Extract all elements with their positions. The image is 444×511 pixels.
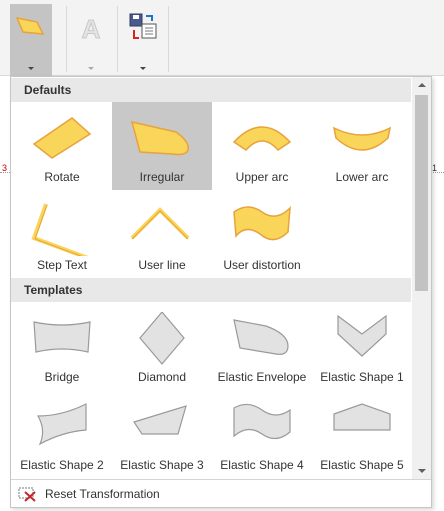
- reset-transformation-menu-item[interactable]: Reset Transformation: [11, 479, 431, 507]
- gallery-item-label: Bridge: [44, 370, 80, 384]
- lower-arc-shape-icon: [332, 126, 392, 151]
- chevron-down-icon: [140, 67, 146, 70]
- gallery-item-label: Step Text: [37, 258, 87, 272]
- gallery-item-irregular[interactable]: Irregular: [112, 102, 212, 190]
- gallery-item-label: Elastic Shape 1: [320, 370, 404, 384]
- elastic-shape-3-icon: [133, 405, 187, 435]
- gallery-item-user-line[interactable]: User line: [112, 190, 212, 278]
- gallery-item-label: Elastic Envelope: [217, 370, 307, 384]
- upper-arc-shape-icon: [232, 126, 292, 151]
- reset-transformation-label: Reset Transformation: [45, 487, 160, 501]
- diamond-shape-icon: [139, 312, 185, 365]
- scroll-down-button[interactable]: [412, 463, 431, 479]
- gallery-item-label: Lower arc: [335, 170, 389, 184]
- gallery-item-label: Upper arc: [235, 170, 289, 184]
- scroll-up-button[interactable]: [412, 77, 431, 93]
- gallery-item-user-distortion[interactable]: User distortion: [212, 190, 312, 278]
- gallery-item-elastic-shape-2[interactable]: Elastic Shape 2: [12, 390, 112, 478]
- elastic-shape-5-icon: [333, 403, 391, 431]
- section-header-templates: Templates: [11, 278, 411, 302]
- gallery-item-elastic-shape-1[interactable]: Elastic Shape 1: [312, 302, 411, 390]
- user-distortion-shape-icon: [233, 206, 291, 241]
- gallery-item-elastic-shape-5[interactable]: Elastic Shape 5: [312, 390, 411, 478]
- gallery-item-label: Rotate: [44, 170, 80, 184]
- gallery-item-rotate[interactable]: Rotate: [12, 102, 112, 190]
- gallery-item-label: User distortion: [223, 258, 301, 272]
- gallery-item-label: Elastic Shape 5: [320, 458, 404, 472]
- gallery-item-label: Elastic Shape 2: [20, 458, 104, 472]
- gallery-item-label: Elastic Shape 4: [220, 458, 304, 472]
- ribbon-separator: [168, 6, 169, 72]
- gallery-item-label: Diamond: [137, 370, 187, 384]
- user-line-shape-icon: [130, 207, 190, 240]
- elastic-shape-4-icon: [233, 403, 291, 440]
- step-text-shape-icon: [31, 203, 89, 256]
- elastic-shape-1-icon: [337, 314, 387, 357]
- svg-text:A: A: [82, 14, 101, 44]
- gallery-item-label: Elastic Shape 3: [120, 458, 204, 472]
- scrollbar-thumb[interactable]: [415, 95, 428, 291]
- section-header-defaults: Defaults: [11, 78, 411, 102]
- ribbon-separator: [117, 6, 118, 72]
- save-load-dropdown-button[interactable]: [120, 4, 166, 76]
- gallery-item-lower-arc[interactable]: Lower arc: [312, 102, 411, 190]
- irregular-shape-icon: [130, 120, 189, 156]
- gallery-item-label: Irregular: [139, 170, 185, 184]
- gallery-item-diamond[interactable]: Diamond: [112, 302, 212, 390]
- ribbon-toolbar: A: [0, 0, 444, 76]
- gallery-item-elastic-shape-4[interactable]: Elastic Shape 4: [212, 390, 312, 478]
- elastic-shape-2-icon: [36, 403, 87, 446]
- gallery-item-upper-arc[interactable]: Upper arc: [212, 102, 312, 190]
- transformation-gallery-panel: Defaults Rotate Irregular Upper arc Lowe…: [10, 76, 432, 508]
- transform-dropdown-button[interactable]: [10, 4, 52, 76]
- gallery-item-elastic-shape-3[interactable]: Elastic Shape 3: [112, 390, 212, 478]
- gallery-item-label: User line: [138, 258, 186, 272]
- save-load-icon: [129, 13, 157, 39]
- gallery-scroll-area[interactable]: Defaults Rotate Irregular Upper arc Lowe…: [11, 77, 411, 479]
- reset-transformation-icon: [18, 487, 36, 502]
- gallery-scrollbar[interactable]: [412, 77, 431, 479]
- gallery-item-step-text[interactable]: Step Text: [12, 190, 112, 278]
- elastic-envelope-shape-icon: [233, 319, 289, 355]
- text-effect-dropdown-button[interactable]: A: [68, 4, 114, 76]
- gallery-item-elastic-envelope[interactable]: Elastic Envelope: [212, 302, 312, 390]
- chevron-down-icon: [28, 67, 34, 70]
- ribbon-separator: [66, 6, 67, 72]
- rotate-shape-icon: [32, 117, 92, 159]
- chevron-down-icon: [88, 67, 94, 70]
- text-effect-icon: A: [81, 14, 101, 44]
- bridge-shape-icon: [33, 321, 91, 353]
- gallery-item-bridge[interactable]: Bridge: [12, 302, 112, 390]
- transform-shape-icon: [15, 16, 45, 35]
